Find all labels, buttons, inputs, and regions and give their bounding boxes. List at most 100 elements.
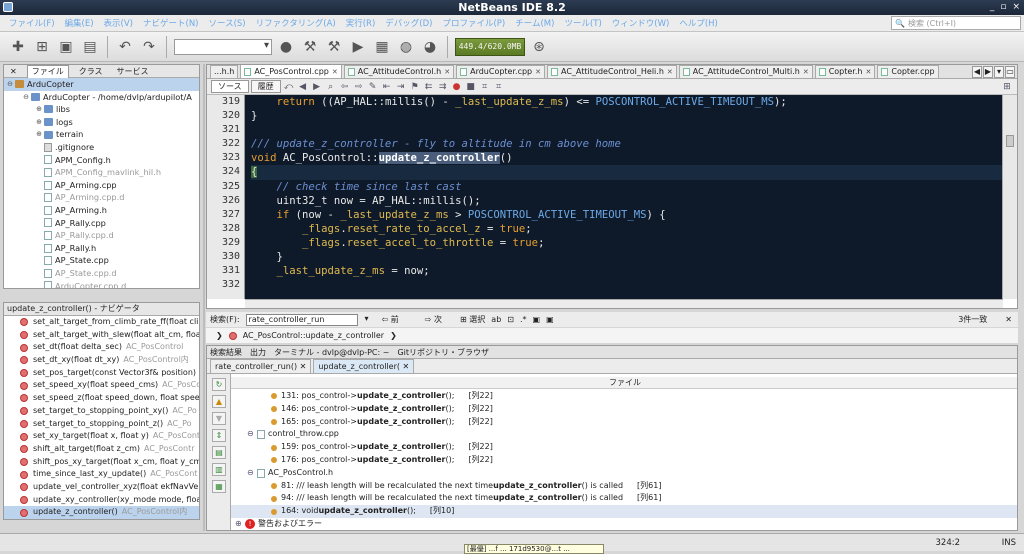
- highlight-results-icon[interactable]: ▣: [533, 315, 541, 324]
- tree-item[interactable]: AP_Arming.h: [4, 204, 199, 217]
- navigator-item[interactable]: time_since_last_xy_update() AC_PosCont: [4, 468, 199, 481]
- menu-help[interactable]: ヘルプ(H): [674, 17, 723, 29]
- collapse-icon[interactable]: ⊖: [247, 467, 257, 480]
- editor-vertical-scrollbar[interactable]: [1002, 95, 1017, 299]
- tree-item[interactable]: ⊕ logs: [4, 116, 199, 129]
- profile-icon[interactable]: ◍: [396, 37, 416, 57]
- tree-item[interactable]: ⊕ terrain: [4, 128, 199, 141]
- next-bookmark-icon[interactable]: ⇥: [395, 81, 407, 93]
- result-hit[interactable]: 165: pos_control-> update_z_controller ();…: [231, 416, 1017, 429]
- expand-icon[interactable]: ⊖: [22, 91, 30, 104]
- new-file-icon[interactable]: ✚: [8, 37, 28, 57]
- menu-file[interactable]: ファイル(F): [4, 17, 60, 29]
- record-macro-icon[interactable]: ●: [451, 81, 463, 93]
- expand-icon[interactable]: ⊕: [35, 128, 43, 141]
- expand-all-icon[interactable]: ⇕: [212, 429, 226, 442]
- navigator-item[interactable]: set_alt_target_with_slew(float alt_cm, f…: [4, 329, 199, 342]
- navigator-item[interactable]: set_speed_z(float speed_down, float spee…: [4, 392, 199, 405]
- menu-run[interactable]: 実行(R): [341, 17, 381, 29]
- navigator-item[interactable]: set_pos_target(const Vector3f& position): [4, 367, 199, 380]
- editor-horizontal-scrollbar[interactable]: [245, 299, 1003, 308]
- shift-left-icon[interactable]: ⇇: [423, 81, 435, 93]
- expand-icon[interactable]: ⊖: [6, 78, 14, 91]
- tree-item[interactable]: AP_State.cpp.d: [4, 267, 199, 280]
- run-icon[interactable]: ▶: [348, 37, 368, 57]
- tab-search-results[interactable]: 検索結果: [210, 347, 242, 358]
- navigator-item[interactable]: set_alt_target_from_climb_rate_ff(float …: [4, 316, 199, 329]
- save-all-icon[interactable]: ▤: [80, 37, 100, 57]
- menu-profile[interactable]: プロファイル(P): [437, 17, 510, 29]
- tree-item[interactable]: APM_Config.h: [4, 154, 199, 167]
- source-mode-button[interactable]: ソース: [211, 80, 249, 93]
- result-file[interactable]: ⊖ control_throw.cpp: [231, 428, 1017, 441]
- refresh-icon[interactable]: ↻: [212, 378, 226, 391]
- maximize-icon[interactable]: ▭: [1005, 66, 1015, 78]
- toggle-highlight-icon[interactable]: ✎: [367, 81, 379, 93]
- subtab-rate-controller[interactable]: rate_controller_run() ✕: [210, 359, 312, 373]
- shift-right-icon[interactable]: ⇉: [437, 81, 449, 93]
- editor-tab[interactable]: Copter.h ✕: [814, 65, 876, 78]
- close-icon[interactable]: ✕: [667, 66, 673, 78]
- tree-item[interactable]: ⊕ libs: [4, 103, 199, 116]
- scroll-right-icon[interactable]: ▶: [983, 66, 993, 78]
- debug-icon[interactable]: ▦: [372, 37, 392, 57]
- close-icon[interactable]: ✕: [865, 66, 871, 78]
- clean-build-icon[interactable]: ⚒: [324, 37, 344, 57]
- result-hit[interactable]: 164: void update_z_controller (); [列10]: [231, 505, 1017, 518]
- editor-tab[interactable]: AC_AttitudeControl.h ✕: [343, 65, 455, 78]
- undo-icon[interactable]: ↶: [115, 37, 135, 57]
- result-errors[interactable]: ⊕! 警告およびエラー: [231, 518, 1017, 530]
- menu-source[interactable]: ソース(S): [204, 17, 251, 29]
- chevron-right-icon[interactable]: ❯: [390, 331, 397, 340]
- history-mode-button[interactable]: 履歴: [250, 80, 281, 93]
- tree-item[interactable]: ArduCopter.cpp.d: [4, 280, 199, 288]
- prev-occurrence-icon[interactable]: ▲: [212, 395, 226, 408]
- tree-root[interactable]: ⊖ ArduCopter: [4, 78, 199, 91]
- breadcrumb-item[interactable]: AC_PosControl::update_z_controller: [243, 331, 384, 340]
- result-hit[interactable]: 159: pos_control-> update_z_controller ();…: [231, 441, 1017, 454]
- scroll-left-icon[interactable]: ◀: [972, 66, 982, 78]
- navigator-item[interactable]: update_z_controller() AC_PosControl内: [4, 506, 199, 519]
- result-hit[interactable]: 146: pos_control-> update_z_controller ();…: [231, 403, 1017, 416]
- close-icon[interactable]: ✕: [535, 66, 541, 78]
- menu-team[interactable]: チーム(M): [510, 17, 559, 29]
- tab-list-icon[interactable]: ▾: [994, 66, 1004, 78]
- navigator-item[interactable]: set_speed_xy(float speed_cms) AC_PosCo: [4, 379, 199, 392]
- expand-icon[interactable]: ⊕: [235, 518, 245, 530]
- editor-tab[interactable]: ...h.h: [210, 65, 239, 78]
- menu-edit[interactable]: 編集(E): [60, 17, 99, 29]
- navigator-item[interactable]: update_xy_controller(xy_mode mode, float: [4, 494, 199, 507]
- new-project-icon[interactable]: ⊞: [32, 37, 52, 57]
- open-project-icon[interactable]: ▣: [56, 37, 76, 57]
- result-hit[interactable]: 94: /// leash length will be recalculate…: [231, 492, 1017, 505]
- pane-divider[interactable]: [203, 64, 205, 531]
- navigator-item[interactable]: set_xy_target(float x, float y) AC_PosCon…: [4, 430, 199, 443]
- navigator-item[interactable]: shift_alt_target(float z_cm) AC_PosContr: [4, 443, 199, 456]
- navigator-item[interactable]: set_dt(float delta_sec) AC_PosControl: [4, 341, 199, 354]
- tree-item[interactable]: AP_Arming.cpp.d: [4, 191, 199, 204]
- collapse-icon[interactable]: ⊖: [247, 428, 257, 441]
- build-hammer-icon[interactable]: ⚒: [300, 37, 320, 57]
- menu-navigate[interactable]: ナビゲート(N): [138, 17, 204, 29]
- tree-item[interactable]: AP_Rally.cpp.d: [4, 229, 199, 242]
- gc-icon[interactable]: ⊛: [529, 37, 549, 57]
- forward-icon[interactable]: ▶: [311, 81, 323, 93]
- back-icon[interactable]: ◀: [297, 81, 309, 93]
- regex-icon[interactable]: .*: [520, 315, 527, 324]
- tree-item[interactable]: AP_Rally.h: [4, 242, 199, 255]
- navigator-item[interactable]: set_dt_xy(float dt_xy) AC_PosControl内: [4, 354, 199, 367]
- whole-words-icon[interactable]: ⊡: [507, 315, 514, 324]
- comment-icon[interactable]: ⌗: [479, 81, 491, 93]
- tab-output[interactable]: 出力: [250, 347, 266, 358]
- find-next-icon[interactable]: ⇨: [353, 81, 365, 93]
- editor-tab[interactable]: ArduCopter.cpp ✕: [456, 65, 546, 78]
- tab-services[interactable]: サービス: [113, 66, 153, 77]
- tree-project-node[interactable]: ⊖ ArduCopter - /home/dvlp/ardupilot/A: [4, 91, 199, 104]
- flat-view-icon[interactable]: ▥: [212, 463, 226, 476]
- menu-window[interactable]: ウィンドウ(W): [607, 17, 675, 29]
- result-hit[interactable]: 131: pos_control-> update_z_controller ();…: [231, 390, 1017, 403]
- find-next-button[interactable]: ⇨ 次: [425, 314, 442, 325]
- find-selection-icon[interactable]: ⌕: [325, 81, 337, 93]
- navigator-item[interactable]: update_vel_controller_xyz(float ekfNavVe…: [4, 481, 199, 494]
- tab-files[interactable]: ファイル: [26, 65, 69, 78]
